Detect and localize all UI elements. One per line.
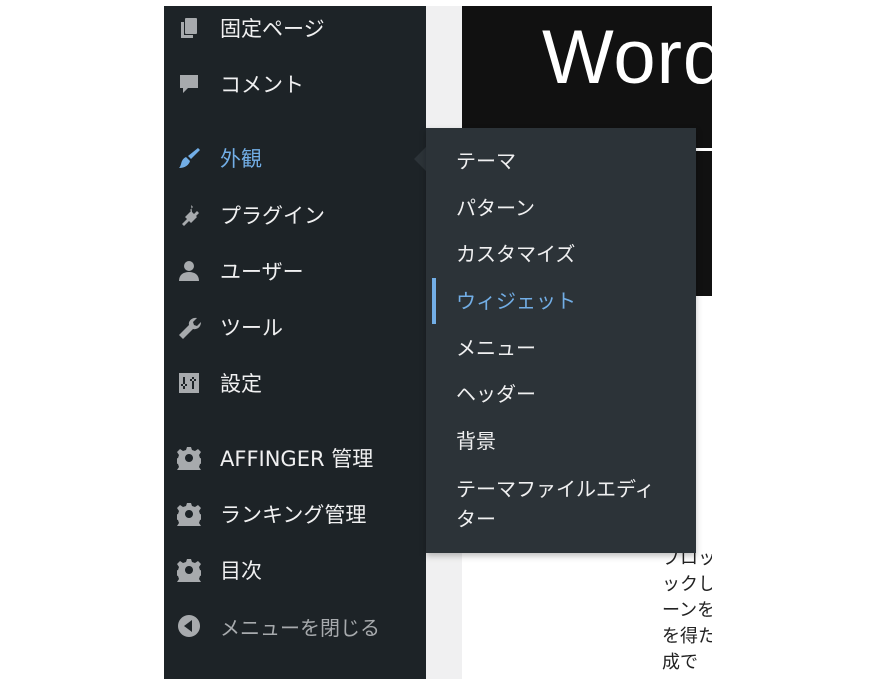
hero-title: Word (542, 15, 712, 100)
sidebar-item-toc[interactable]: 目次 (164, 548, 426, 592)
submenu-item-themes[interactable]: テーマ (426, 146, 696, 176)
gear-icon (176, 445, 202, 471)
sidebar-item-ranking[interactable]: ランキング管理 (164, 492, 426, 536)
peek-text: ックし (662, 574, 712, 595)
screen: 固定ページ コメント 外観 プラグイン ユーザー ツール 設定 AFFINGER… (0, 0, 880, 685)
peek-text: ーンを (662, 600, 712, 621)
wrench-icon (176, 314, 202, 340)
sidebar-item-label: ユーザー (220, 260, 304, 284)
user-icon (176, 258, 202, 284)
sidebar-item-label: 設定 (220, 372, 262, 396)
admin-sidebar: 固定ページ コメント 外観 プラグイン ユーザー ツール 設定 AFFINGER… (164, 6, 426, 679)
plugin-icon (176, 202, 202, 228)
collapse-menu-label: メニューを閉じる (220, 615, 380, 640)
settings-sliders-icon (176, 370, 202, 396)
sidebar-item-users[interactable]: ユーザー (164, 249, 426, 293)
submenu-item-label-line2: ター (456, 507, 496, 531)
sidebar-item-plugins[interactable]: プラグイン (164, 193, 426, 237)
sidebar-item-appearance[interactable]: 外観 (164, 136, 426, 180)
sidebar-item-label: 固定ページ (220, 17, 325, 41)
sidebar-item-label: プラグイン (220, 204, 325, 228)
sidebar-item-settings[interactable]: 設定 (164, 361, 426, 405)
sidebar-item-label: 外観 (220, 147, 262, 171)
sidebar-item-affinger[interactable]: AFFINGER 管理 (164, 436, 426, 480)
submenu-item-theme-file-editor[interactable]: テーマファイルエディ ター (426, 474, 696, 534)
sidebar-item-label: 目次 (220, 559, 262, 583)
peek-text: 成で (662, 652, 698, 673)
paintbrush-icon (176, 145, 202, 171)
gear-icon (176, 557, 202, 583)
sidebar-item-label: ランキング管理 (220, 503, 367, 527)
comment-icon (176, 71, 202, 97)
page-icon (176, 15, 202, 41)
submenu-item-patterns[interactable]: パターン (426, 193, 696, 223)
collapse-arrow-icon (176, 613, 202, 639)
flyout-pointer (414, 147, 426, 171)
submenu-item-label-line1: テーマファイルエディ (456, 477, 655, 501)
sidebar-item-label: AFFINGER 管理 (220, 447, 374, 471)
submenu-item-customize[interactable]: カスタマイズ (426, 239, 696, 269)
sidebar-item-label: ツール (220, 316, 283, 340)
collapse-menu-button[interactable]: メニューを閉じる (164, 604, 426, 648)
sidebar-item-comments[interactable]: コメント (164, 62, 426, 106)
peek-text: を得た (662, 626, 712, 647)
gear-icon (176, 501, 202, 527)
appearance-submenu: テーマ パターン カスタマイズ ウィジェット メニュー ヘッダー 背景 テーマフ… (426, 128, 696, 553)
sidebar-item-pages[interactable]: 固定ページ (164, 6, 426, 50)
submenu-item-widgets[interactable]: ウィジェット (426, 286, 696, 316)
sidebar-item-tools[interactable]: ツール (164, 305, 426, 349)
submenu-item-header[interactable]: ヘッダー (426, 379, 696, 409)
submenu-item-background[interactable]: 背景 (426, 426, 696, 456)
sidebar-item-label: コメント (220, 73, 304, 97)
submenu-item-menus[interactable]: メニュー (426, 333, 696, 363)
